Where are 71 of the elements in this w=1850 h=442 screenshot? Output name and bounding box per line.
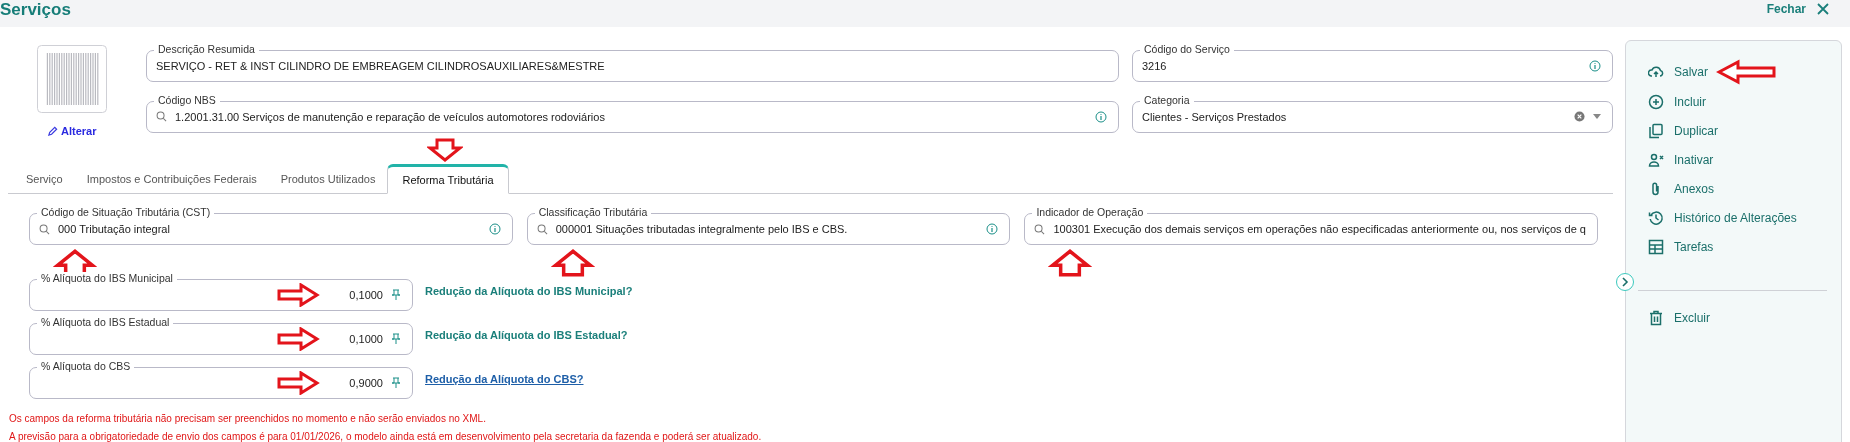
field-value: 0,1000 xyxy=(349,333,383,345)
input-field[interactable]: Categoria Clientes - Serviços Prestados xyxy=(1132,92,1613,133)
field-label: Código NBS xyxy=(154,93,220,107)
field-value: 100301 Execução dos demais serviços em operações não especificadas anteriormente ou, nos serviços de q xyxy=(1053,223,1586,235)
close-icon xyxy=(1816,1,1830,16)
warning-note: Os campos da reforma tributária não precisam ser preenchidos no momento e não serão enviados no XML. xyxy=(9,413,487,424)
field-value: 0,9000 xyxy=(349,377,383,389)
collapse-toggle-button[interactable] xyxy=(1616,273,1634,291)
tab[interactable]: Impostos e Contribuições Federais xyxy=(74,167,269,193)
action-button[interactable]: Incluir xyxy=(1648,90,1706,114)
pin-icon[interactable] xyxy=(391,333,401,345)
input-field[interactable]: % Alíquota do CBS 0,9000 xyxy=(29,359,413,399)
field-label: Indicador de Operação xyxy=(1032,206,1148,219)
search-icon xyxy=(536,223,548,235)
action-button[interactable]: Salvar xyxy=(1648,60,1708,84)
history-icon xyxy=(1648,210,1664,226)
pin-icon[interactable] xyxy=(391,289,401,301)
page-title: Serviços xyxy=(0,0,71,20)
close-button[interactable]: Fechar xyxy=(1760,0,1836,17)
plus-circle-icon xyxy=(1648,94,1664,110)
action-button[interactable]: Inativar xyxy=(1648,148,1714,172)
field-label: Código de Situação Tributária (CST) xyxy=(37,206,215,219)
tab[interactable]: Serviço xyxy=(14,167,75,193)
field-label: % Alíquota do IBS Municipal xyxy=(37,272,177,285)
tab[interactable]: Reforma Tributária xyxy=(387,164,509,194)
action-button[interactable]: Anexos xyxy=(1648,177,1715,201)
reduction-link[interactable]: Redução da Alíquota do IBS Estadual? xyxy=(425,329,628,341)
field-value: 0,1000 xyxy=(349,289,383,301)
search-icon xyxy=(156,111,167,122)
table-icon xyxy=(1648,239,1664,255)
action-button[interactable]: Excluir xyxy=(1648,306,1710,330)
field-label: Classificação Tributária xyxy=(534,206,652,219)
action-button[interactable]: Tarefas xyxy=(1648,235,1714,259)
input-field[interactable]: Descrição Resumida SERVIÇO - RET & INST CILINDRO DE EMBREAGEM CILINDROSAUXILIARES&MESTRE xyxy=(146,42,1119,82)
field-value: 000 Tributação integral xyxy=(58,223,171,235)
field-value: 3216 xyxy=(1142,60,1168,72)
field-value: Clientes - Serviços Prestados xyxy=(1142,110,1288,123)
input-field[interactable]: % Alíquota do IBS Municipal 0,1000 xyxy=(29,271,413,311)
copy-icon xyxy=(1648,123,1664,139)
field-label: Código do Serviço xyxy=(1140,43,1234,56)
input-field[interactable]: Código NBS 1.2001.31.00 Serviços de manutenção e reparação de veículos automotores rodoviários xyxy=(146,92,1119,133)
input-field[interactable]: % Alíquota do IBS Estadual 0,1000 xyxy=(29,315,413,355)
input-field[interactable]: Código do Serviço 3216 xyxy=(1132,42,1613,82)
pin-icon[interactable] xyxy=(391,377,401,389)
user-x-icon xyxy=(1648,152,1664,168)
action-button[interactable]: Duplicar xyxy=(1648,119,1718,143)
pencil-icon xyxy=(47,125,58,137)
field-value: 1.2001.31.00 Serviços de manutenção e reparação de veículos automotores rodoviários xyxy=(175,110,606,123)
trash-icon xyxy=(1648,310,1664,326)
tab[interactable]: Produtos Utilizados xyxy=(268,167,388,193)
reduction-link[interactable]: Redução da Alíquota do IBS Municipal? xyxy=(425,285,633,297)
chevron-right-icon xyxy=(1620,277,1630,287)
field-value: SERVIÇO - RET & INST CILINDRO DE EMBREAGEM CILINDROSAUXILIARES&MESTRE xyxy=(156,60,606,72)
field-label: Descrição Resumida xyxy=(154,43,259,56)
barcode-drawing xyxy=(37,45,107,113)
dropdown-caret-icon[interactable] xyxy=(1593,114,1601,119)
search-icon xyxy=(39,223,50,235)
change-image-link[interactable]: Alterar xyxy=(47,125,97,137)
reduction-link[interactable]: Redução da Alíquota do CBS? xyxy=(425,373,584,385)
input-field[interactable]: Indicador de Operação 100301 Execução dos demais serviços em operações não especificadas anteriormente ou, nos serviços de q xyxy=(1024,205,1598,245)
field-label: % Alíquota do IBS Estadual xyxy=(37,316,174,329)
cloud-upload-icon xyxy=(1648,64,1664,80)
input-field[interactable]: Classificação Tributária 000001 Situações tributadas integralmente pelo IBS e CBS. xyxy=(526,205,1011,245)
search-icon xyxy=(1034,223,1046,235)
field-value: 000001 Situações tributadas integralmente pelo IBS e CBS. xyxy=(555,223,849,235)
warning-note: A previsão para a obrigatoriedade de envio dos campos é para 01/01/2026, o modelo ainda está em desenvolvimento pela secretaria da fazenda e poderá ser atualizado. xyxy=(9,431,763,442)
input-field[interactable]: Código de Situação Tributária (CST) 000 Tributação integral xyxy=(29,205,513,245)
clear-icon[interactable] xyxy=(1574,111,1585,122)
action-button[interactable]: Histórico de Alterações xyxy=(1648,206,1797,230)
field-label: % Alíquota do CBS xyxy=(37,360,135,373)
field-label: Categoria xyxy=(1140,93,1194,107)
